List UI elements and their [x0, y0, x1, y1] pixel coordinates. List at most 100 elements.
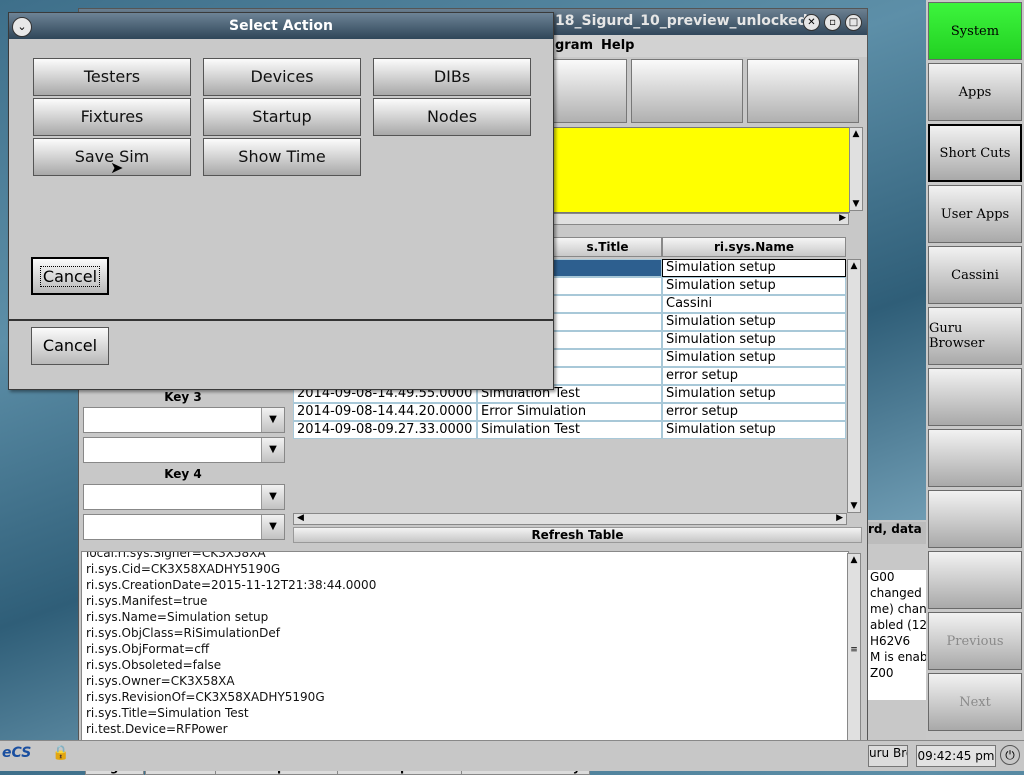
launcher-button[interactable]: [928, 429, 1022, 487]
table-cell-date[interactable]: 2014-09-08-14.44.20.0000: [293, 403, 477, 421]
scroll-right-icon[interactable]: ▶: [836, 513, 843, 523]
key4-combo[interactable]: ▼: [83, 484, 285, 510]
table-cell-name[interactable]: Simulation setup: [662, 259, 846, 277]
launcher-button[interactable]: Next: [928, 673, 1022, 731]
property-line: ri.sys.Obsoleted=false: [86, 658, 222, 672]
launcher-button[interactable]: Cassini: [928, 246, 1022, 304]
power-icon[interactable]: ⏻: [1000, 745, 1020, 765]
property-line: ri.sys.RevisionOf=CK3X58XADHY5190G: [86, 690, 325, 704]
property-line: ri.sys.Title=Simulation Test: [86, 706, 249, 720]
dialog-divider: [9, 319, 553, 321]
action-button-dibs[interactable]: DIBs: [373, 58, 531, 96]
key3-label: Key 3: [164, 390, 202, 404]
launcher-button[interactable]: [928, 551, 1022, 609]
launcher-button[interactable]: Apps: [928, 63, 1022, 121]
side-log-header: rd, data: [868, 522, 926, 544]
action-button-devices[interactable]: Devices: [203, 58, 361, 96]
status-panel: [553, 127, 850, 213]
action-button-testers[interactable]: Testers: [33, 58, 191, 96]
table-hscrollbar[interactable]: ◀ ▶: [293, 513, 847, 525]
launcher-button[interactable]: [928, 490, 1022, 548]
table-cell-name[interactable]: error setup: [662, 403, 846, 421]
cancel-button[interactable]: Cancel: [31, 327, 109, 365]
table-cell-name[interactable]: Simulation setup: [662, 313, 846, 331]
dialog-title[interactable]: Select Action: [9, 13, 553, 39]
table-cell-title[interactable]: Error Simulation: [477, 403, 662, 421]
action-button-show-time[interactable]: Show Time: [203, 138, 361, 176]
properties-scrollbar[interactable]: ▲ ≡ ▼: [847, 553, 861, 753]
select-action-dialog: Select Action ⌄ Testers Devices DIBs Fixtur…: [8, 12, 554, 390]
table-vscrollbar[interactable]: ▲ ▼: [847, 259, 861, 513]
chevron-down-icon[interactable]: ▼: [261, 408, 284, 432]
status-scrollbar[interactable]: ▲ ▼: [849, 127, 863, 211]
toolbar-button-3[interactable]: [747, 59, 859, 123]
close-icon[interactable]: ✕: [803, 14, 820, 31]
property-line: ri.sys.ObjClass=RiSimulationDef: [86, 626, 280, 640]
side-log-line: me) chang: [870, 602, 926, 616]
property-line: ri.sys.Cid=CK3X58XADHY5190G: [86, 562, 281, 576]
side-log-line: M is enabl: [870, 650, 926, 664]
property-line: ri.sys.ObjFormat=cff: [86, 642, 210, 656]
properties-panel[interactable]: local.ri.sys.Signer=CK3X58XA ri.sys.Cid=C…: [81, 551, 849, 755]
launcher-button[interactable]: Guru Browser: [928, 307, 1022, 365]
table-cell-date[interactable]: 2014-09-08-09.27.33.0000: [293, 421, 477, 439]
property-line: ri.test.Device=RFPower: [86, 722, 228, 736]
column-header-name[interactable]: ri.sys.Name: [662, 237, 846, 257]
launcher-button[interactable]: Short Cuts: [928, 124, 1022, 182]
table-cell-title[interactable]: Simulation Test: [477, 421, 662, 439]
side-log-panel: rd, data G00 changed me) chang abled (12 H62…: [868, 520, 926, 740]
scroll-up-icon[interactable]: ▲: [850, 128, 862, 140]
back-window-title: 18_Sigurd_10_preview_unlocked: [555, 13, 808, 29]
status-hscrollbar[interactable]: ▶: [553, 213, 849, 225]
action-button-nodes[interactable]: Nodes: [373, 98, 531, 136]
column-header-title[interactable]: s.Title: [553, 237, 662, 257]
window-menu-icon[interactable]: ⌄: [12, 17, 32, 37]
taskbar-task[interactable]: uru Bro: [868, 745, 908, 767]
clock: 09:42:45 pm: [916, 745, 996, 767]
lock-icon[interactable]: 🔒: [52, 745, 70, 765]
scroll-up-icon[interactable]: ▲: [848, 260, 860, 272]
launcher-button[interactable]: Previous: [928, 612, 1022, 670]
maximize-icon[interactable]: □: [845, 14, 862, 31]
scroll-right-icon[interactable]: ▶: [839, 213, 846, 223]
side-log-line: Z00: [870, 666, 894, 680]
property-line: ri.sys.Owner=CK3X58XA: [86, 674, 235, 688]
chevron-down-icon[interactable]: ▼: [261, 438, 284, 462]
table-cell-name[interactable]: Simulation setup: [662, 349, 846, 367]
table-cell-name[interactable]: Simulation setup: [662, 277, 846, 295]
launcher-button[interactable]: User Apps: [928, 185, 1022, 243]
side-log-line: G00: [870, 570, 895, 584]
minimize-icon[interactable]: ▫: [824, 14, 841, 31]
action-button-startup[interactable]: Startup: [203, 98, 361, 136]
toolbar-button-2[interactable]: [631, 59, 743, 123]
table-cell-name[interactable]: Simulation setup: [662, 421, 846, 439]
launcher-button[interactable]: System: [928, 2, 1022, 60]
chevron-down-icon[interactable]: ▼: [261, 485, 284, 509]
scroll-up-icon[interactable]: ▲: [848, 554, 860, 566]
refresh-table-button[interactable]: Refresh Table: [293, 527, 862, 543]
property-line: ri.sys.Manifest=true: [86, 594, 208, 608]
table-cell-name[interactable]: Simulation setup: [662, 331, 846, 349]
property-line: ri.sys.CreationDate=2015-11-12T21:38:44.…: [86, 578, 377, 592]
scroll-down-icon[interactable]: ▼: [848, 500, 860, 512]
scroll-down-icon[interactable]: ▼: [850, 198, 862, 210]
key4-label: Key 4: [164, 467, 202, 481]
table-cell-name[interactable]: Cassini: [662, 295, 846, 313]
chevron-down-icon[interactable]: ▼: [261, 515, 284, 539]
start-button[interactable]: eCS: [2, 745, 44, 767]
launcher-button[interactable]: [928, 368, 1022, 426]
action-button-fixtures[interactable]: Fixtures: [33, 98, 191, 136]
table-cell-name[interactable]: Simulation setup: [662, 385, 846, 403]
table-cell-name[interactable]: error setup: [662, 367, 846, 385]
scroll-grip-icon[interactable]: ≡: [848, 644, 860, 656]
key3-value-combo[interactable]: ▼: [83, 437, 285, 463]
key3-combo[interactable]: ▼: [83, 407, 285, 433]
menu-program[interactable]: gram: [555, 38, 593, 53]
scroll-left-icon[interactable]: ◀: [297, 513, 304, 523]
menu-help[interactable]: Help: [601, 38, 634, 53]
taskbar: eCS 🔒 uru Bro 09:42:45 pm ⏻: [0, 740, 1024, 771]
cancel-button-focused[interactable]: Cancel: [31, 257, 109, 295]
launcher-panel: System Apps Short Cuts User Apps Cassini Guru…: [926, 0, 1024, 740]
side-log-text: G00 changed me) chang abled (12 H62V6 M is en…: [868, 570, 926, 700]
key4-value-combo[interactable]: ▼: [83, 514, 285, 540]
